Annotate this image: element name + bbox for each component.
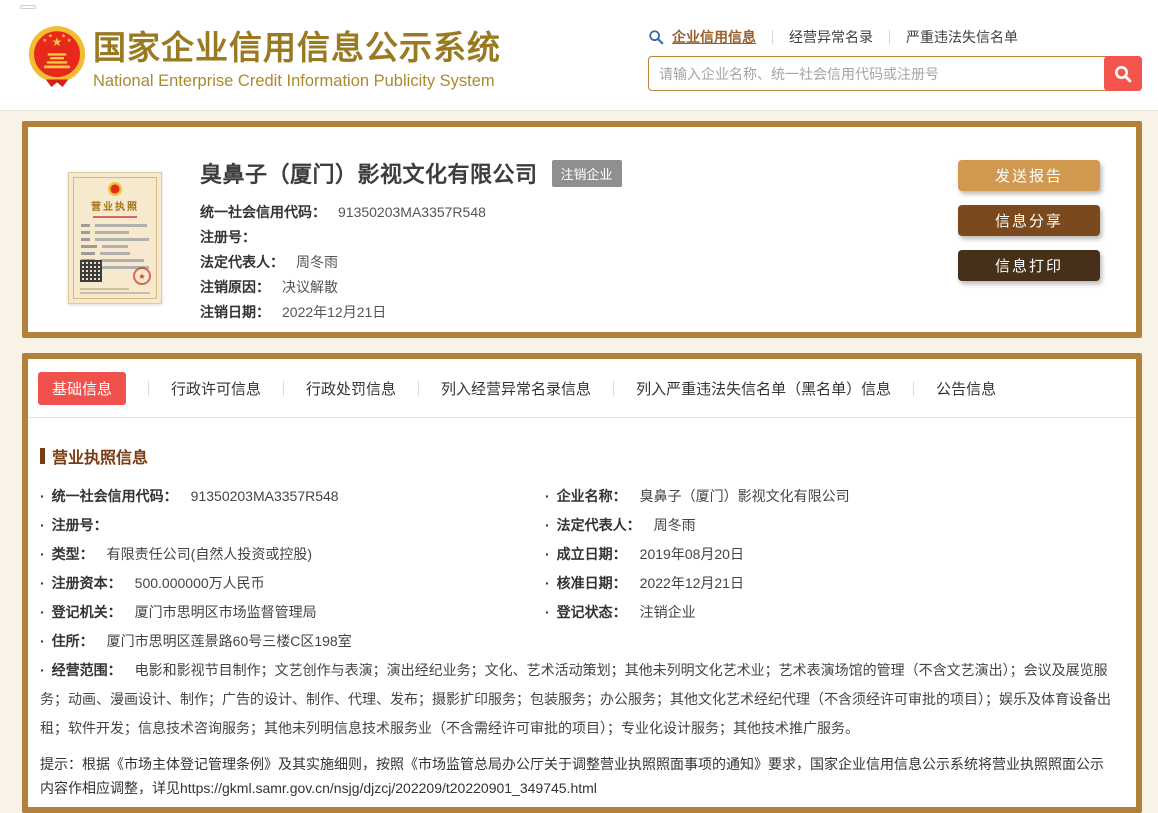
site-brand: 国家企业信用信息公示系统 National Enterprise Credit … — [93, 21, 501, 91]
separator — [913, 381, 915, 396]
search-button-icon — [1115, 65, 1132, 82]
search-tab-abnormal-operations[interactable]: 经营异常名录 — [789, 27, 873, 47]
info-row: 统一社会信用代码：91350203MA3357R548 企业名称：臭鼻子（厦门）… — [40, 482, 1116, 511]
search-category-tabs: 企业信用信息 经营异常名录 严重违法失信名单 — [648, 27, 1142, 47]
info-row-business-scope: 经营范围：电影和影视节目制作；文艺创作与表演；演出经纪业务；文化、艺术活动策划；… — [40, 656, 1116, 743]
info-row-address: 住所：厦门市思明区莲景路60号三楼C区198室 — [40, 627, 1116, 656]
field-cancellation-date: 注销日期： 2022年12月21日 — [200, 304, 387, 320]
basic-info-content: 营业执照信息 统一社会信用代码：91350203MA3357R548 企业名称：… — [28, 444, 1136, 800]
separator — [418, 381, 420, 396]
field-credit-code: 统一社会信用代码： 91350203MA3357R548 — [200, 204, 486, 220]
header-search-area: 企业信用信息 经营异常名录 严重违法失信名单 — [648, 27, 1142, 91]
separator — [283, 381, 285, 396]
info-row: 登记机关：厦门市思明区市场监督管理局 登记状态：注销企业 — [40, 598, 1116, 627]
status-badge: 注销企业 — [551, 159, 622, 187]
business-license-inner: 营业执照 ★ — [73, 177, 157, 299]
tab-serious-violation-blacklist[interactable]: 列入严重违法失信名单（黑名单）信息 — [636, 378, 891, 399]
tab-abnormal-operations-list[interactable]: 列入经营异常名录信息 — [441, 378, 591, 399]
info-row: 注册资本：500.000000万人民币 核准日期：2022年12月21日 — [40, 569, 1116, 598]
detail-tab-bar: 基础信息 行政许可信息 行政处罚信息 列入经营异常名录信息 列入严重违法失信名单… — [28, 359, 1136, 418]
company-summary-card: 营业执照 ★ 臭鼻子（厦门）影视文化有限公司 注销企业 统一社会信用代码： 913… — [22, 121, 1142, 338]
search-icon — [649, 30, 664, 45]
company-actions: 发送报告 信息分享 信息打印 — [958, 160, 1100, 295]
business-license-image[interactable]: 营业执照 ★ — [68, 172, 162, 304]
svg-text:★: ★ — [48, 32, 53, 39]
info-share-button[interactable]: 信息分享 — [958, 205, 1100, 236]
site-subtitle: National Enterprise Credit Information P… — [93, 72, 495, 90]
tab-basic-info[interactable]: 基础信息 — [38, 372, 127, 405]
separator — [613, 381, 615, 396]
field-legal-representative: 法定代表人： 周冬雨 — [200, 254, 338, 270]
search-tab-serious-violation[interactable]: 严重违法失信名单 — [906, 27, 1018, 47]
license-red-seal: ★ — [133, 267, 151, 285]
tab-administrative-penalty[interactable]: 行政处罚信息 — [306, 378, 396, 399]
search-bar — [648, 56, 1142, 91]
info-print-button[interactable]: 信息打印 — [958, 250, 1100, 281]
separator — [889, 30, 890, 44]
section-title: 营业执照信息 — [52, 450, 149, 467]
search-button[interactable] — [1104, 56, 1142, 91]
license-red-line — [93, 216, 137, 218]
company-main-info: 臭鼻子（厦门）影视文化有限公司 注销企业 统一社会信用代码： 91350203MA… — [200, 157, 622, 325]
browser-artifact — [20, 5, 36, 9]
license-adjustment-notice: 提示：根据《市场主体登记管理条例》及其实施细则，按照《市场监管总局办公厅关于调整… — [40, 756, 1104, 796]
field-registration-number: 注册号： — [200, 229, 256, 245]
separator — [148, 381, 150, 396]
section-title-row: 营业执照信息 — [40, 444, 1116, 468]
info-row: 类型：有限责任公司(自然人投资或控股) 成立日期：2019年08月20日 — [40, 540, 1116, 569]
search-tab-enterprise-credit[interactable]: 企业信用信息 — [672, 27, 756, 47]
license-title: 营业执照 — [91, 202, 139, 213]
national-emblem-logo: ★ ★ ★ ★ ★ — [28, 26, 86, 87]
send-report-button[interactable]: 发送报告 — [958, 160, 1100, 191]
company-fields: 统一社会信用代码： 91350203MA3357R548 注册号： 法定代表人：周… — [200, 200, 622, 325]
svg-text:★: ★ — [61, 32, 66, 39]
tab-announcements[interactable]: 公告信息 — [936, 378, 996, 399]
license-qr-code — [80, 260, 102, 282]
company-name: 臭鼻子（厦门）影视文化有限公司 — [200, 162, 538, 187]
detail-card: 基础信息 行政许可信息 行政处罚信息 列入经营异常名录信息 列入严重违法失信名单… — [22, 353, 1142, 813]
site-title: 国家企业信用信息公示系统 — [93, 29, 501, 66]
separator — [772, 30, 773, 44]
section-marker — [40, 448, 45, 464]
site-header: ★ ★ ★ ★ ★ 国家企业信用信息公示系统 National Enterpri… — [0, 0, 1158, 111]
search-input[interactable] — [648, 56, 1142, 91]
field-cancellation-reason: 注销原因： 决议解散 — [200, 279, 338, 295]
license-emblem-icon — [108, 182, 122, 196]
info-row: 注册号： 法定代表人：周冬雨 — [40, 511, 1116, 540]
svg-text:★: ★ — [67, 37, 72, 44]
svg-text:★: ★ — [42, 37, 47, 44]
license-footer-lines — [80, 286, 150, 294]
tab-administrative-license[interactable]: 行政许可信息 — [171, 378, 261, 399]
